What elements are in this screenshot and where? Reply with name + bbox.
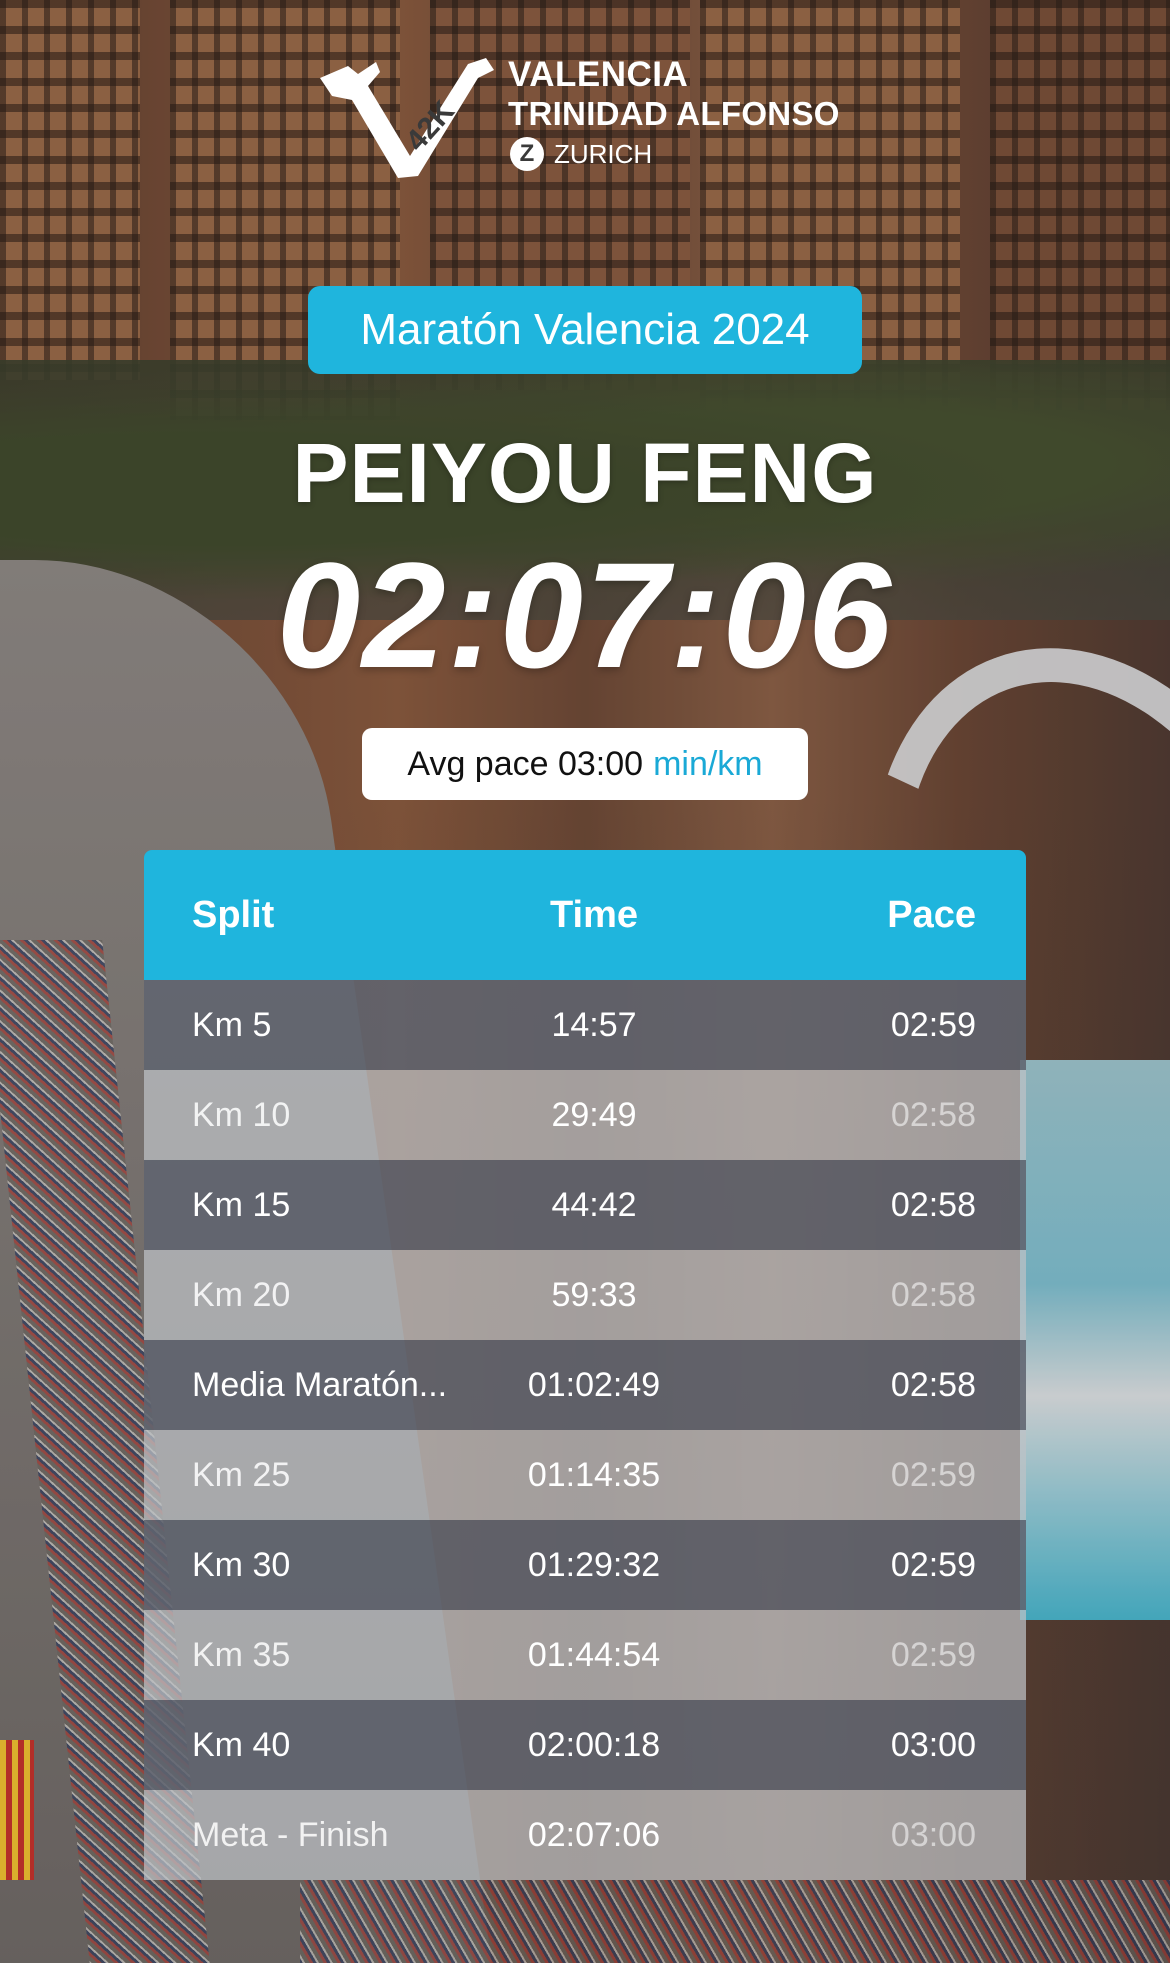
table-row: Km 30 01:29:32 02:59 (144, 1520, 1026, 1610)
table-row: Km 35 01:44:54 02:59 (144, 1610, 1026, 1700)
table-row: Km 40 02:00:18 03:00 (144, 1700, 1026, 1790)
split-pace: 02:58 (890, 1185, 976, 1224)
split-pace: 02:59 (890, 1635, 976, 1674)
table-row: Km 5 14:57 02:59 (144, 980, 1026, 1070)
split-pace: 02:58 (890, 1095, 976, 1134)
header-pace: Pace (887, 893, 976, 936)
table-row: Km 15 44:42 02:58 (144, 1160, 1026, 1250)
split-time: 02:00:18 (527, 1725, 661, 1764)
split-label: Km 15 (192, 1185, 291, 1224)
table-row: Km 20 59:33 02:58 (144, 1250, 1026, 1340)
table-row: Km 25 01:14:35 02:59 (144, 1430, 1026, 1520)
table-row: Meta - Finish 02:07:06 03:00 (144, 1790, 1026, 1880)
split-pace: 02:59 (890, 1005, 976, 1044)
logo-line-2: TRINIDAD ALFONSO (508, 95, 840, 132)
split-time: 01:02:49 (527, 1365, 661, 1404)
split-label: Km 35 (192, 1635, 291, 1674)
split-pace: 02:58 (890, 1275, 976, 1314)
split-label: Meta - Finish (192, 1815, 389, 1854)
split-time: 01:44:54 (527, 1635, 661, 1674)
runner-name: PEIYOU FENG (292, 426, 878, 520)
valencia-marathon-logo: 42K VALENCIA TRINIDAD ALFONSO Z ZURICH (318, 56, 858, 186)
split-pace: 03:00 (890, 1725, 976, 1764)
split-time: 01:14:35 (527, 1455, 661, 1494)
splits-table: Split Time Pace Km 5 14:57 02:59 Km 10 2… (144, 850, 1026, 1880)
table-row: Media Maratón... 01:02:49 02:58 (144, 1340, 1026, 1430)
header-split: Split (192, 893, 275, 936)
split-label: Km 40 (192, 1725, 291, 1764)
avg-pace-unit: min/km (653, 744, 763, 783)
split-label: Km 25 (192, 1455, 291, 1494)
split-pace: 02:58 (890, 1365, 976, 1404)
split-pace: 03:00 (890, 1815, 976, 1854)
splits-table-header: Split Time Pace (144, 850, 1026, 980)
split-label: Km 30 (192, 1545, 291, 1584)
split-time: 59:33 (551, 1275, 637, 1314)
finish-time: 02:07:06 (276, 531, 894, 699)
split-pace: 02:59 (890, 1455, 976, 1494)
header-time: Time (549, 893, 638, 936)
zurich-icon: Z (510, 137, 544, 171)
split-label: Km 5 (192, 1005, 272, 1044)
split-time: 01:29:32 (527, 1545, 661, 1584)
event-title-badge: Maratón Valencia 2024 (308, 286, 862, 374)
logo-line-1: VALENCIA (508, 55, 689, 94)
marathon-bull-logo-icon: 42K (320, 58, 494, 178)
split-time: 29:49 (551, 1095, 637, 1134)
split-time: 14:57 (551, 1005, 637, 1044)
sponsor-line: Z ZURICH (508, 134, 840, 174)
split-pace: 02:59 (890, 1545, 976, 1584)
sponsor-name: ZURICH (554, 139, 653, 169)
split-label: Km 10 (192, 1095, 291, 1134)
avg-pace-value: Avg pace 03:00 (407, 744, 644, 783)
split-label: Media Maratón... (192, 1365, 448, 1404)
avg-pace-badge: Avg pace 03:00 min/km (362, 728, 808, 800)
split-time: 44:42 (551, 1185, 637, 1224)
split-label: Km 20 (192, 1275, 291, 1314)
split-time: 02:07:06 (527, 1815, 661, 1854)
table-row: Km 10 29:49 02:58 (144, 1070, 1026, 1160)
